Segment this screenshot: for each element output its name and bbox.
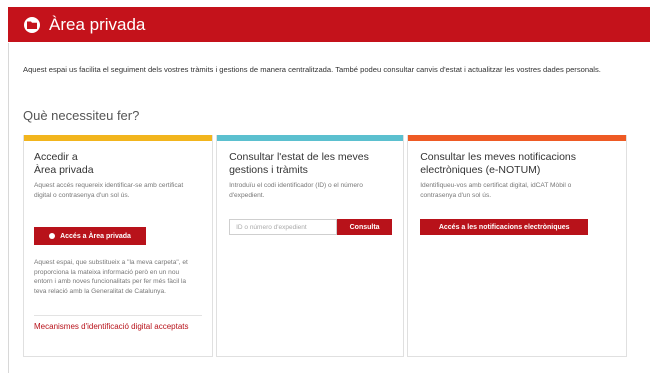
consult-button[interactable]: Consulta: [337, 219, 393, 235]
page-left-border: [8, 43, 9, 373]
case-number-input[interactable]: [229, 219, 338, 235]
card-description: Identifiqueu-vos amb certificat digital,…: [420, 182, 572, 199]
page-header: Àrea privada: [8, 7, 650, 42]
card-title-line-1: Accedir a: [34, 151, 78, 163]
access-notifications-button[interactable]: Accés a les notificacions electròniques: [420, 219, 589, 235]
intro-text: Aquest espai us facilita el seguiment de…: [23, 65, 601, 74]
card-title-line-2: Àrea privada: [34, 164, 94, 176]
card-note: Aquest espai, que substitueix a "la meva…: [34, 259, 188, 295]
options-cards: Accedir a Àrea privada Aquest accés requ…: [23, 135, 627, 357]
card-title: Consultar l'estat de les meves gestions …: [229, 151, 369, 176]
card-description: Introduïu el codi identificador (ID) o e…: [229, 182, 363, 199]
card-notifications: Consultar les meves notificacions electr…: [407, 135, 627, 357]
section-title: Què necessiteu fer?: [23, 108, 140, 123]
card-private-area: Accedir a Àrea privada Aquest accés requ…: [23, 135, 214, 357]
access-private-area-button[interactable]: Accés a Àrea privada: [34, 227, 146, 245]
card-title: Accedir a Àrea privada: [34, 151, 194, 177]
card-title: Consultar les meves notificacions electr…: [420, 151, 577, 176]
button-label: Accés a Àrea privada: [60, 232, 131, 240]
card-accent-bar: [24, 135, 213, 141]
card-accent-bar: [217, 135, 404, 141]
card-accent-bar: [408, 135, 626, 141]
identification-mechanisms-link[interactable]: Mecanismes d'identificació digital accep…: [34, 321, 194, 332]
divider: [34, 315, 202, 316]
circle-icon: [49, 233, 56, 239]
card-description: Aquest accés requereix identificar-se am…: [34, 182, 184, 199]
card-status-lookup: Consultar l'estat de les meves gestions …: [216, 135, 405, 357]
page-title: Àrea privada: [49, 14, 146, 34]
folder-icon: [24, 16, 40, 33]
